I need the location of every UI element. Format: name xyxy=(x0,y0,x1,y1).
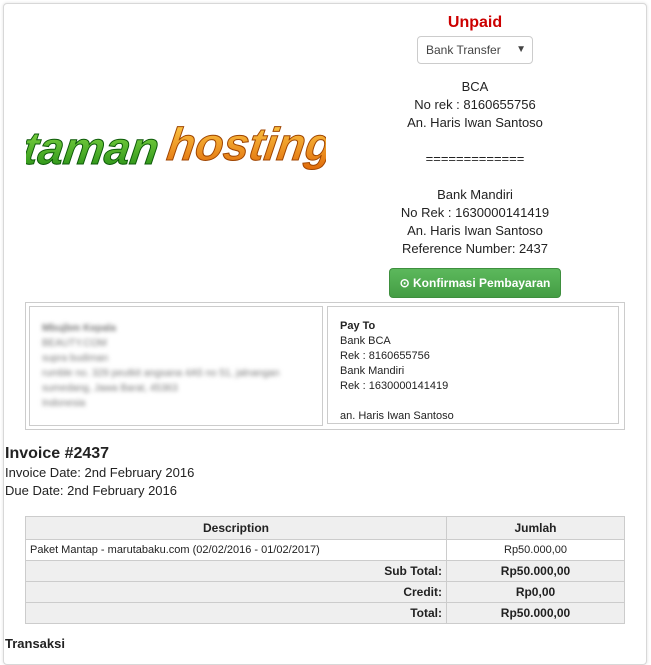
bca-rek: No rek : 8160655756 xyxy=(414,97,536,112)
company-logo: taman hosting xyxy=(26,118,326,175)
check-circle-icon: ⊙ xyxy=(399,276,410,290)
subtotal-value: Rp50.000,00 xyxy=(446,560,625,582)
subtotal-label: Sub Total: xyxy=(25,560,447,582)
bca-info: BCA No rek : 8160655756 An. Haris Iwan S… xyxy=(325,78,625,132)
total-value: Rp50.000,00 xyxy=(446,602,625,624)
item-amount: Rp50.000,00 xyxy=(446,539,625,561)
confirm-payment-button[interactable]: ⊙ Konfirmasi Pembayaran xyxy=(388,268,562,298)
payment-method-select[interactable]: Bank Transfer ▼ xyxy=(417,36,533,64)
table-row: Paket Mantap - marutabaku.com (02/02/201… xyxy=(25,539,625,561)
invoice-items-table: Description Jumlah Paket Mantap - maruta… xyxy=(25,516,625,624)
transactions-title: Transaksi xyxy=(5,636,65,651)
bca-name: BCA xyxy=(461,79,489,94)
payment-panel: Unpaid Bank Transfer ▼ BCA No rek : 8160… xyxy=(325,12,625,298)
credit-row: Credit: Rp0,00 xyxy=(25,581,625,603)
bca-holder: An. Haris Iwan Santoso xyxy=(407,115,543,130)
address-section: Mbujbm Kepala BEAUTY.COM supra budiman r… xyxy=(25,302,625,430)
confirm-payment-label: Konfirmasi Pembayaran xyxy=(413,276,551,290)
pay-to-title: Pay To xyxy=(340,320,376,332)
invoiced-to-box: Mbujbm Kepala BEAUTY.COM supra budiman r… xyxy=(29,306,323,426)
table-header-row: Description Jumlah xyxy=(25,516,625,540)
description-header: Description xyxy=(25,516,447,540)
mandiri-rek: No Rek : 1630000141419 xyxy=(400,205,550,220)
pay-to-line: Rek : 8160655756 xyxy=(340,350,430,362)
credit-label: Credit: xyxy=(25,581,447,603)
mandiri-holder: An. Haris Iwan Santoso xyxy=(407,223,543,238)
mandiri-name: Bank Mandiri xyxy=(437,187,513,202)
status-label: Unpaid xyxy=(447,14,503,31)
chevron-down-icon: ▼ xyxy=(516,44,526,55)
invoiced-to-address: Mbujbm Kepala BEAUTY.COM supra budiman r… xyxy=(42,323,280,409)
invoice-header: Invoice #2437 Invoice Date: 2nd February… xyxy=(5,444,194,500)
due-date: Due Date: 2nd February 2016 xyxy=(5,483,177,498)
total-label: Total: xyxy=(25,602,447,624)
separator: ============= xyxy=(425,151,525,166)
invoice-date: Invoice Date: 2nd February 2016 xyxy=(5,465,195,480)
pay-to-line: Bank Mandiri xyxy=(340,365,405,377)
pay-to-line: Rek : 1630000141419 xyxy=(340,380,449,392)
logo-part1: taman xyxy=(26,122,162,174)
pay-to-line xyxy=(340,394,606,409)
pay-to-line: Bank BCA xyxy=(340,335,391,347)
invoice-title: Invoice #2437 xyxy=(5,445,110,462)
total-row: Total: Rp50.000,00 xyxy=(25,602,625,624)
pay-to-box: Pay To Bank BCA Rek : 8160655756 Bank Ma… xyxy=(327,306,619,424)
mandiri-info: Bank Mandiri No Rek : 1630000141419 An. … xyxy=(325,186,625,258)
pay-to-line: an. Haris Iwan Santoso xyxy=(340,410,454,422)
credit-value: Rp0,00 xyxy=(446,581,625,603)
payment-method-value: Bank Transfer xyxy=(426,43,501,57)
item-description: Paket Mantap - marutabaku.com (02/02/201… xyxy=(25,539,447,561)
amount-header: Jumlah xyxy=(446,516,625,540)
logo-part2: hosting xyxy=(164,118,326,170)
reference-number: Reference Number: 2437 xyxy=(402,241,548,256)
subtotal-row: Sub Total: Rp50.000,00 xyxy=(25,560,625,582)
